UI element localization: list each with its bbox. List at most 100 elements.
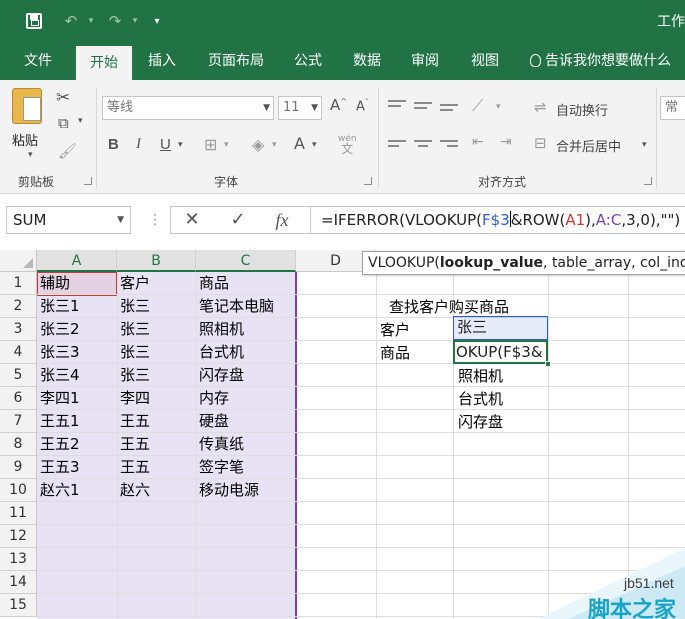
cell-c2[interactable]: 笔记本电脑	[196, 295, 296, 318]
format-painter-icon[interactable]: 🖌	[58, 142, 77, 160]
cell-a3[interactable]: 张三2	[37, 318, 117, 341]
row-header-8[interactable]: 8	[0, 433, 37, 456]
cell-e4[interactable]: 商品	[377, 342, 410, 365]
wrap-text-button[interactable]: 自动换行	[556, 100, 608, 119]
cell-f3[interactable]: 张三	[453, 316, 548, 340]
cell-a10[interactable]: 赵六1	[37, 479, 117, 502]
phonetic-button[interactable]: wén 文	[338, 134, 357, 156]
tab-data[interactable]: 数据	[342, 42, 392, 80]
tab-home[interactable]: 开始	[76, 46, 132, 80]
alignment-launcher-icon[interactable]	[644, 177, 652, 185]
merge-center-button[interactable]: 合并后居中	[556, 136, 621, 155]
cell-b2[interactable]: 张三	[117, 295, 196, 318]
tab-page-layout[interactable]: 页面布局	[196, 42, 276, 80]
cell-c9[interactable]: 签字笔	[196, 456, 296, 479]
orientation-icon[interactable]: ⟋	[472, 96, 483, 116]
cell-b6[interactable]: 李四	[117, 387, 196, 410]
tab-review[interactable]: 审阅	[400, 42, 450, 80]
cell-b3[interactable]: 张三	[117, 318, 196, 341]
underline-dropdown[interactable]: ▾	[178, 140, 183, 150]
cell-c7[interactable]: 硬盘	[196, 410, 296, 433]
increase-indent-icon[interactable]: ⇥	[500, 134, 512, 150]
cell-b9[interactable]: 王五	[117, 456, 196, 479]
font-size-combo[interactable]: 11 ▼	[278, 96, 322, 120]
cut-icon[interactable]: ✂	[56, 88, 70, 108]
align-bottom-icon[interactable]	[440, 104, 458, 116]
align-top-icon[interactable]	[388, 100, 406, 112]
fill-handle[interactable]	[545, 361, 551, 367]
copy-dropdown-icon[interactable]: ▾	[78, 116, 83, 126]
cell-f7[interactable]: 闪存盘	[455, 411, 503, 434]
cell-a2[interactable]: 张三1	[37, 295, 117, 318]
row-header-14[interactable]: 14	[0, 571, 37, 594]
save-button[interactable]	[24, 11, 44, 31]
cell-a8[interactable]: 王五2	[37, 433, 117, 456]
cell-a7[interactable]: 王五1	[37, 410, 117, 433]
cell-a6[interactable]: 李四1	[37, 387, 117, 410]
align-left-icon[interactable]	[388, 140, 406, 152]
row-header-10[interactable]: 10	[0, 479, 37, 502]
enter-button[interactable]: ✓	[223, 207, 253, 235]
undo-button[interactable]: ↶	[60, 11, 82, 31]
tab-file[interactable]: 文件	[10, 42, 66, 80]
cancel-button[interactable]: ✕	[177, 207, 207, 235]
name-box[interactable]: SUM ▼	[6, 206, 131, 234]
merge-center-icon[interactable]: ⊟	[534, 134, 547, 152]
cell-b8[interactable]: 王五	[117, 433, 196, 456]
bold-button[interactable]: B	[108, 136, 119, 153]
cell-c4[interactable]: 台式机	[196, 341, 296, 364]
number-format-combo[interactable]: 常规	[660, 96, 685, 120]
shrink-font-button[interactable]: Aˇ	[356, 98, 369, 114]
copy-icon[interactable]: ⧉	[58, 114, 69, 132]
clipboard-launcher-icon[interactable]	[84, 177, 92, 185]
cell-a4[interactable]: 张三3	[37, 341, 117, 364]
decrease-indent-icon[interactable]: ⇤	[472, 134, 484, 150]
tell-me-box[interactable]: 告诉我你想要做什么	[530, 42, 671, 80]
formula-input[interactable]: =IFERROR(VLOOKUP(F$3&ROW(A1),A:C,3,0),""…	[310, 206, 685, 234]
row-header-5[interactable]: 5	[0, 364, 37, 387]
select-all-button[interactable]	[0, 250, 37, 272]
align-right-icon[interactable]	[440, 140, 458, 152]
paste-icon[interactable]	[12, 88, 42, 124]
cell-c3[interactable]: 照相机	[196, 318, 296, 341]
tab-view[interactable]: 视图	[460, 42, 510, 80]
cell-f6[interactable]: 台式机	[455, 388, 503, 411]
row-header-2[interactable]: 2	[0, 295, 37, 318]
tab-formulas[interactable]: 公式	[284, 42, 332, 80]
grow-font-button[interactable]: A^	[330, 96, 347, 114]
fill-color-dropdown[interactable]: ▾	[272, 140, 277, 150]
cell-f4-editing[interactable]: OKUP(F$3&	[453, 340, 548, 364]
column-header-c[interactable]: C	[196, 250, 296, 272]
column-header-a[interactable]: A	[37, 250, 117, 272]
align-middle-icon[interactable]	[414, 102, 432, 114]
cell-c6[interactable]: 内存	[196, 387, 296, 410]
row-header-9[interactable]: 9	[0, 456, 37, 479]
cell-b4[interactable]: 张三	[117, 341, 196, 364]
italic-button[interactable]: I	[136, 136, 141, 153]
row-header-15[interactable]: 15	[0, 594, 37, 617]
fill-color-icon[interactable]: ◈	[252, 135, 264, 154]
font-launcher-icon[interactable]	[364, 177, 372, 185]
cell-f5[interactable]: 照相机	[455, 365, 503, 388]
underline-button[interactable]: U	[160, 136, 171, 153]
customize-qat-button[interactable]: ▾	[150, 11, 164, 31]
font-color-dropdown[interactable]: ▾	[312, 140, 317, 150]
row-header-7[interactable]: 7	[0, 410, 37, 433]
undo-dropdown[interactable]: ▾	[86, 11, 96, 31]
row-header-13[interactable]: 13	[0, 548, 37, 571]
row-header-12[interactable]: 12	[0, 525, 37, 548]
row-header-3[interactable]: 3	[0, 318, 37, 341]
cell-c1[interactable]: 商品	[196, 272, 296, 295]
row-header-1[interactable]: 1	[0, 272, 37, 295]
cell-a5[interactable]: 张三4	[37, 364, 117, 387]
borders-icon[interactable]: ⊞	[204, 135, 217, 154]
function-args-tooltip[interactable]: VLOOKUP(lookup_value, table_array, col_i…	[362, 251, 685, 275]
cell-a9[interactable]: 王五3	[37, 456, 117, 479]
redo-dropdown[interactable]: ▾	[130, 11, 140, 31]
paste-button-label[interactable]: 粘贴	[12, 130, 38, 149]
cell-b1[interactable]: 客户	[117, 272, 196, 295]
cell-c5[interactable]: 闪存盘	[196, 364, 296, 387]
cell-c10[interactable]: 移动电源	[196, 479, 296, 502]
tab-insert[interactable]: 插入	[136, 42, 188, 80]
cell-b5[interactable]: 张三	[117, 364, 196, 387]
